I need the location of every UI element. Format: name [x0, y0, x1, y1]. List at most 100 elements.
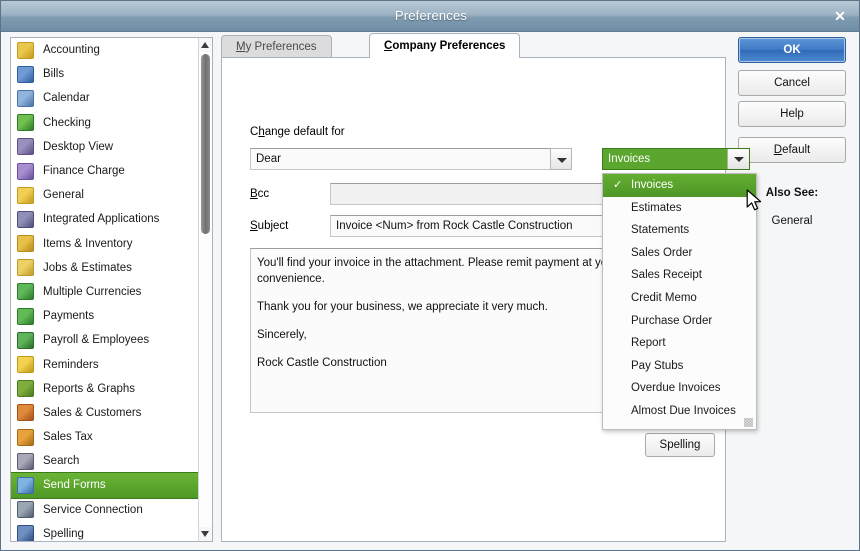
- help-button[interactable]: Help: [738, 101, 846, 127]
- dropdown-option-sales-order[interactable]: Sales Order: [603, 242, 756, 265]
- desktop-view-icon: [17, 138, 34, 156]
- change-default-for-chevron-down-icon[interactable]: [727, 149, 749, 169]
- sidebar-item-accounting[interactable]: Accounting: [11, 38, 200, 62]
- scroll-up-icon[interactable]: [199, 38, 212, 52]
- dropdown-option-label: Report: [631, 337, 666, 350]
- dropdown-option-label: Purchase Order: [631, 314, 713, 327]
- sidebar-item-label: Finance Charge: [43, 165, 125, 178]
- dropdown-option-statements[interactable]: Statements: [603, 219, 756, 242]
- sidebar-item-sales-customers[interactable]: Sales & Customers: [11, 401, 200, 425]
- payroll-employees-icon: [17, 331, 34, 349]
- cancel-button[interactable]: Cancel: [738, 70, 846, 96]
- tab-company-preferences[interactable]: Company Preferences: [369, 33, 521, 58]
- reports-graphs-icon: [17, 380, 34, 398]
- sidebar-item-label: Items & Inventory: [43, 237, 133, 250]
- search-icon: [17, 452, 34, 470]
- reminders-icon: [17, 356, 34, 374]
- sidebar-item-items-inventory[interactable]: Items & Inventory: [11, 232, 200, 256]
- sidebar-item-label: Send Forms: [43, 479, 106, 492]
- spelling-button[interactable]: Spelling: [645, 433, 715, 457]
- change-default-for-dropdown-list[interactable]: ✓ Invoices Estimates Statements Sales Order S…: [602, 173, 757, 430]
- check-icon: ✓: [613, 179, 623, 191]
- sidebar-scrollbar[interactable]: [198, 38, 212, 541]
- change-default-for-combobox[interactable]: Invoices: [602, 148, 750, 170]
- dropdown-option-credit-memo[interactable]: Credit Memo: [603, 287, 756, 310]
- change-default-for-label: Change default for: [250, 126, 345, 138]
- sidebar-item-label: Search: [43, 455, 80, 468]
- dialog-body: Accounting Bills Calendar Checking Desktop V…: [1, 32, 859, 550]
- items-inventory-icon: [17, 235, 34, 253]
- scroll-down-icon[interactable]: [199, 527, 212, 541]
- tab-bar: My Preferences Company Preferences: [221, 33, 726, 59]
- sidebar-item-label: Reports & Graphs: [43, 382, 136, 395]
- send-forms-icon: [17, 476, 34, 494]
- dropdown-option-label: Overdue Invoices: [631, 382, 721, 395]
- default-button[interactable]: Default: [738, 137, 846, 163]
- tab-my-preferences[interactable]: My Preferences: [221, 35, 332, 58]
- multiple-currencies-icon: [17, 283, 34, 301]
- sidebar-item-search[interactable]: Search: [11, 449, 200, 473]
- sidebar-item-label: Calendar: [43, 92, 90, 105]
- sidebar-item-bills[interactable]: Bills: [11, 62, 200, 86]
- title-bar: Preferences ✕: [1, 1, 859, 32]
- sidebar-item-label: Multiple Currencies: [43, 285, 142, 298]
- change-default-for-accel: h: [258, 126, 265, 138]
- dropdown-option-sales-receipt[interactable]: Sales Receipt: [603, 264, 756, 287]
- dropdown-option-purchase-order[interactable]: Purchase Order: [603, 310, 756, 333]
- sidebar-item-sales-tax[interactable]: Sales Tax: [11, 425, 200, 449]
- dropdown-option-label: Invoices: [631, 179, 674, 191]
- sidebar-item-general[interactable]: General: [11, 183, 200, 207]
- sidebar-item-jobs-estimates[interactable]: Jobs & Estimates: [11, 256, 200, 280]
- resize-grip-icon[interactable]: [744, 417, 753, 427]
- tab-company-preferences-label: ompany Preferences: [392, 40, 506, 52]
- preferences-dialog: Preferences ✕ Accounting Bills Calendar Che…: [0, 0, 860, 551]
- sidebar-item-spelling[interactable]: Spelling: [11, 522, 200, 541]
- sidebar-item-label: General: [43, 189, 84, 202]
- sidebar-item-label: Sales Tax: [43, 431, 93, 444]
- sidebar-item-label: Payroll & Employees: [43, 334, 150, 347]
- tab-my-preferences-accel: M: [236, 41, 246, 53]
- sidebar-item-label: Reminders: [43, 358, 99, 371]
- dropdown-option-almost-due-invoices[interactable]: Almost Due Invoices: [603, 400, 756, 423]
- service-connection-icon: [17, 501, 34, 519]
- checking-icon: [17, 114, 34, 132]
- sidebar-item-label: Checking: [43, 116, 91, 129]
- salutation-input[interactable]: Dear: [250, 148, 570, 170]
- sidebar-item-calendar[interactable]: Calendar: [11, 86, 200, 110]
- scrollbar-thumb[interactable]: [201, 54, 210, 234]
- dropdown-option-invoices[interactable]: ✓ Invoices: [603, 174, 756, 197]
- sidebar-item-multiple-currencies[interactable]: Multiple Currencies: [11, 280, 200, 304]
- sidebar-item-integrated-applications[interactable]: Integrated Applications: [11, 207, 200, 231]
- general-icon: [17, 186, 34, 204]
- dropdown-option-estimates[interactable]: Estimates: [603, 197, 756, 220]
- sidebar-item-finance-charge[interactable]: Finance Charge: [11, 159, 200, 183]
- salutation-dropdown-chevron-down-icon[interactable]: [550, 148, 572, 170]
- close-icon[interactable]: ✕: [825, 5, 855, 27]
- preferences-category-list: Accounting Bills Calendar Checking Desktop V…: [10, 37, 213, 542]
- sidebar-item-payments[interactable]: Payments: [11, 304, 200, 328]
- sidebar-item-reports-graphs[interactable]: Reports & Graphs: [11, 377, 200, 401]
- sidebar-item-payroll-employees[interactable]: Payroll & Employees: [11, 328, 200, 352]
- sidebar-item-desktop-view[interactable]: Desktop View: [11, 135, 200, 159]
- subject-label: Subject: [250, 220, 289, 232]
- dropdown-option-report[interactable]: Report: [603, 332, 756, 355]
- sidebar-item-label: Accounting: [43, 44, 100, 57]
- sidebar-item-label: Payments: [43, 310, 95, 323]
- sidebar-item-reminders[interactable]: Reminders: [11, 352, 200, 376]
- sidebar-item-service-connection[interactable]: Service Connection: [11, 498, 200, 522]
- dropdown-option-label: Sales Order: [631, 246, 693, 259]
- calendar-icon: [17, 89, 34, 107]
- default-button-accel: D: [773, 144, 783, 156]
- change-default-for-value: Invoices: [608, 153, 651, 165]
- dropdown-option-overdue-invoices[interactable]: Overdue Invoices: [603, 377, 756, 400]
- sales-tax-icon: [17, 428, 34, 446]
- ok-button[interactable]: OK: [738, 37, 846, 63]
- dropdown-option-label: Statements: [631, 224, 690, 237]
- finance-charge-icon: [17, 162, 34, 180]
- sidebar-item-send-forms[interactable]: Send Forms: [11, 472, 201, 499]
- dropdown-option-pay-stubs[interactable]: Pay Stubs: [603, 355, 756, 378]
- sidebar-item-checking[interactable]: Checking: [11, 111, 200, 135]
- bcc-accel: B: [250, 188, 258, 200]
- integrated-applications-icon: [17, 210, 34, 228]
- company-preferences-panel: Change default for Dear Bcc Subject Invo…: [221, 57, 762, 542]
